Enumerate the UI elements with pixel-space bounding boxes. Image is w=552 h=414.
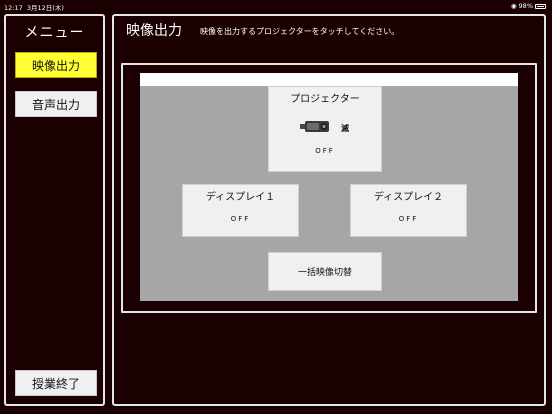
status-clock: 12:17 3月12日(木) <box>4 2 64 12</box>
display-1-output: OFF <box>230 215 251 223</box>
sidebar-item-label: 映像出力 <box>31 58 80 73</box>
status-time: 12:17 <box>4 4 23 12</box>
status-bar: 12:17 3月12日(木) ◉ 98% <box>0 0 552 12</box>
main-panel: 映像出力 映像を出力するプロジェクターをタッチしてください。 プロジェクター 滅… <box>112 14 546 406</box>
projector-label: プロジェクター <box>290 94 360 105</box>
status-right: ◉ 98% <box>511 2 546 10</box>
page-title: 映像出力 <box>126 23 182 39</box>
instruction-text: 映像を出力するプロジェクターをタッチしてください。 <box>200 27 400 36</box>
sidebar-item-label: 音声出力 <box>31 97 80 112</box>
projector-output: OFF <box>315 147 335 155</box>
projector-icon <box>300 121 329 132</box>
sidebar-item-video-output[interactable]: 映像出力 <box>15 52 97 78</box>
display-2-label: ディスプレイ２ <box>373 192 444 203</box>
wifi-icon: ◉ <box>510 2 517 10</box>
projector-button[interactable]: プロジェクター 滅 OFF <box>268 86 382 172</box>
battery-percent: 98% <box>518 2 533 10</box>
app-screen: 12:17 3月12日(木) ◉ 98% メニュー 映像出力 音声出力 授業終了… <box>0 0 552 414</box>
display-2-output: OFF <box>398 215 419 223</box>
projector-state: 滅 <box>341 124 349 133</box>
sidebar-item-audio-output[interactable]: 音声出力 <box>15 91 97 117</box>
display-1-label: ディスプレイ１ <box>205 192 276 203</box>
batch-switch-label: 一括映像切替 <box>297 268 352 278</box>
status-date: 3月12日(木) <box>26 4 64 12</box>
output-frame: プロジェクター 滅 OFF ディスプレイ１ OFF ディスプレイ２ OFF 一括… <box>121 63 537 313</box>
display-1-button[interactable]: ディスプレイ１ OFF <box>182 184 299 237</box>
batch-switch-button[interactable]: 一括映像切替 <box>268 252 382 291</box>
end-class-button[interactable]: 授業終了 <box>15 370 97 396</box>
battery-icon <box>535 3 546 9</box>
sidebar-title: メニュー <box>24 25 85 41</box>
sidebar: メニュー 映像出力 音声出力 授業終了 <box>4 14 105 406</box>
display-2-button[interactable]: ディスプレイ２ OFF <box>350 184 467 237</box>
end-class-label: 授業終了 <box>31 376 80 391</box>
room-layout: プロジェクター 滅 OFF ディスプレイ１ OFF ディスプレイ２ OFF 一括… <box>140 73 518 301</box>
